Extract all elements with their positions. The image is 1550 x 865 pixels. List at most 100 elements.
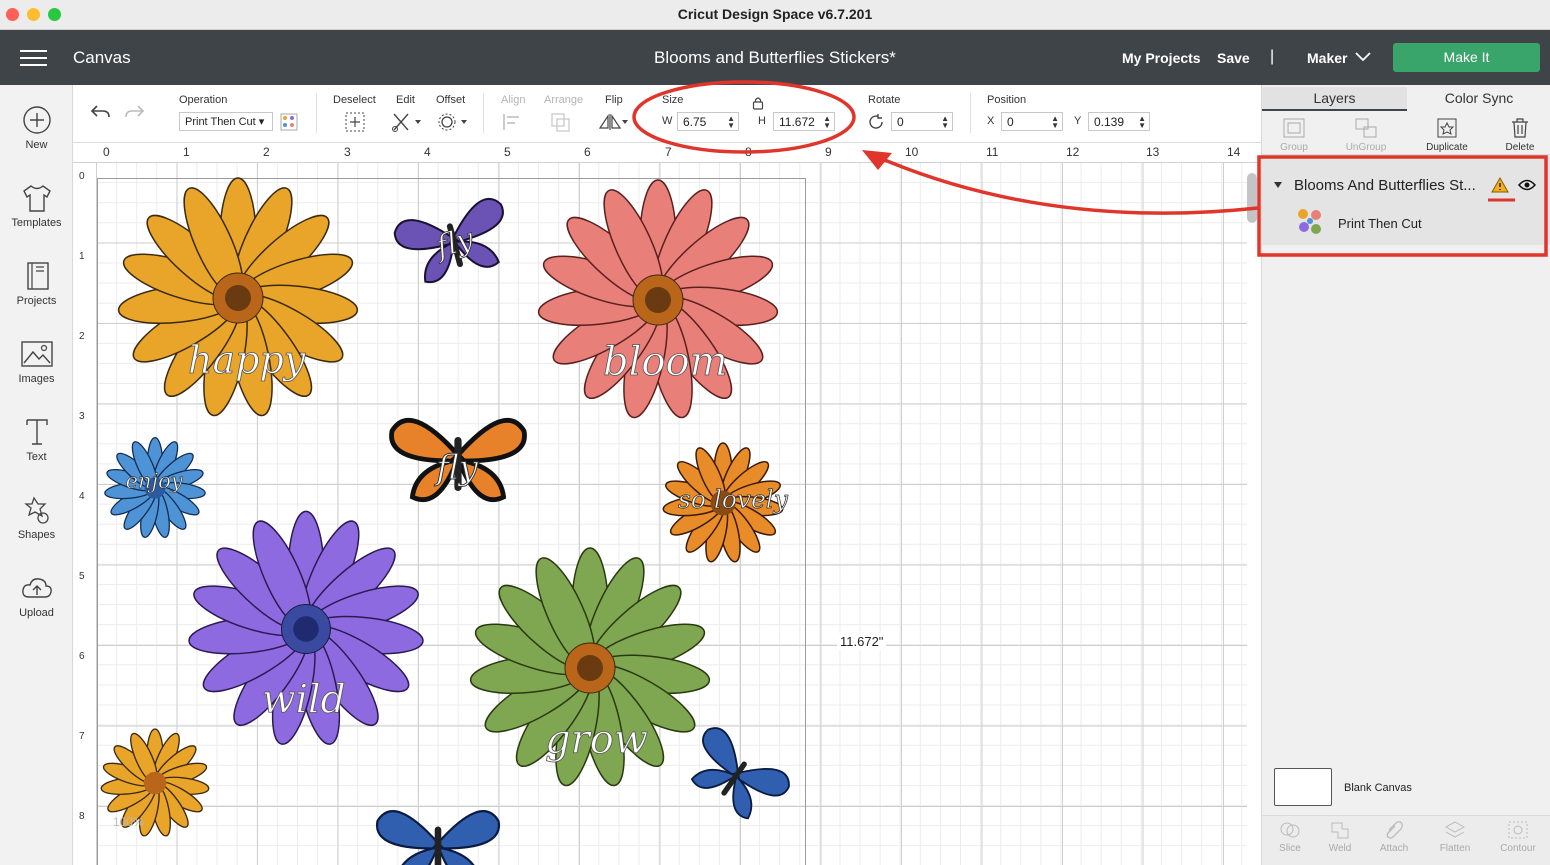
sidebar-item-images[interactable]: Images xyxy=(0,339,73,385)
width-stepper[interactable]: ▲ ▼ xyxy=(727,115,735,130)
ruler-tick-label: 12 xyxy=(1066,145,1080,159)
layer-tools: Group UnGroup Duplicate Delete xyxy=(1262,113,1550,155)
height-label: H xyxy=(758,115,766,127)
expand-caret-icon[interactable] xyxy=(1274,182,1282,188)
sticker-fly-butterfly-monarch[interactable]: fly xyxy=(392,420,525,499)
sidebar-label: New xyxy=(25,139,48,151)
width-label: W xyxy=(662,115,673,127)
offset-icon[interactable] xyxy=(437,111,469,133)
rotate-icon xyxy=(869,114,883,129)
zoom-level[interactable]: 100% xyxy=(113,815,144,829)
ruler-tick-label: 10 xyxy=(905,145,919,159)
image-icon xyxy=(20,341,53,367)
x-input[interactable]: 0 ▲ ▼ xyxy=(1001,112,1063,131)
height-input[interactable]: 11.672 ▲ ▼ xyxy=(773,112,835,131)
slice-button[interactable]: Slice xyxy=(1262,820,1318,854)
x-stepper[interactable]: ▲ ▼ xyxy=(1051,115,1059,130)
weld-button[interactable]: Weld xyxy=(1312,820,1368,854)
svg-text:enjoy: enjoy xyxy=(126,469,184,493)
delete-button[interactable]: Delete xyxy=(1490,117,1550,153)
contour-button[interactable]: Contour xyxy=(1490,820,1546,854)
machine-select[interactable]: Maker xyxy=(1307,50,1347,66)
sticker-wild-flower[interactable]: wild xyxy=(186,510,426,749)
tool-label: Slice xyxy=(1279,843,1301,854)
my-projects-link[interactable]: My Projects xyxy=(1122,50,1201,66)
svg-text:fly: fly xyxy=(433,448,478,487)
chevron-down-icon[interactable] xyxy=(1355,52,1371,62)
sidebar-item-upload[interactable]: Upload xyxy=(0,573,73,619)
align-icon xyxy=(503,114,519,130)
sticker-sheet[interactable]: happy bloom wild grow enjoy so lovely fl… xyxy=(73,143,833,865)
lock-icon[interactable] xyxy=(752,96,764,110)
blank-canvas-swatch[interactable] xyxy=(1274,768,1332,806)
sidebar-label: Projects xyxy=(16,295,57,307)
window-titlebar: Cricut Design Space v6.7.201 xyxy=(0,0,1550,30)
sticker-grow-flower[interactable]: grow xyxy=(468,547,712,790)
sidebar-label: Text xyxy=(26,451,47,463)
x-value: 0 xyxy=(1007,115,1014,129)
edit-scissors-icon[interactable] xyxy=(391,111,423,133)
tool-label: Attach xyxy=(1379,843,1409,854)
flip-icon[interactable] xyxy=(598,111,630,133)
layer-group-name: Blooms And Butterflies St... xyxy=(1294,177,1476,194)
sticker-happy-flower[interactable]: happy xyxy=(116,177,360,420)
svg-text:so lovely: so lovely xyxy=(678,485,789,514)
y-label: Y xyxy=(1074,115,1082,127)
design-canvas[interactable]: 0 1 2 3 4 5 6 7 8 9 10 11 12 13 14 0 1 2… xyxy=(73,143,1261,865)
sidebar-item-projects[interactable]: Projects xyxy=(0,261,73,307)
redo-icon[interactable] xyxy=(124,103,146,121)
ruler-tick-label: 13 xyxy=(1146,145,1160,159)
height-stepper[interactable]: ▲ ▼ xyxy=(823,115,831,130)
sidebar-item-text[interactable]: Text xyxy=(0,417,73,463)
layer-child-name[interactable]: Print Then Cut xyxy=(1338,216,1422,231)
sticker-blue-butterfly[interactable] xyxy=(677,722,795,830)
sticker-bloom-flower[interactable]: bloom xyxy=(536,179,780,422)
sidebar-item-shapes[interactable]: Shapes xyxy=(0,495,73,541)
tab-color-sync[interactable]: Color Sync xyxy=(1407,87,1550,111)
duplicate-button[interactable]: Duplicate xyxy=(1417,117,1477,153)
sidebar-label: Upload xyxy=(19,607,54,619)
attach-button[interactable]: Attach xyxy=(1366,820,1422,854)
ruler-tick-label: 11 xyxy=(986,145,999,159)
eye-icon[interactable] xyxy=(1518,179,1536,191)
deselect-icon[interactable] xyxy=(344,111,366,133)
paperclip-icon xyxy=(1386,821,1403,839)
y-stepper[interactable]: ▲ ▼ xyxy=(1138,115,1146,130)
width-input[interactable]: 6.75 ▲ ▼ xyxy=(677,112,739,131)
trash-icon xyxy=(1512,118,1528,138)
sidebar-item-templates[interactable]: Templates xyxy=(0,183,73,229)
rotate-value: 0 xyxy=(897,115,904,129)
tool-label: Duplicate xyxy=(1426,142,1468,153)
arrange-label: Arrange xyxy=(544,94,584,106)
tool-label: Delete xyxy=(1505,142,1535,153)
shapes-icon xyxy=(23,496,49,524)
tab-layers[interactable]: Layers xyxy=(1262,87,1407,111)
ungroup-button[interactable]: UnGroup xyxy=(1336,117,1396,153)
plus-circle-icon xyxy=(22,106,51,134)
sticker-so-lovely-flower[interactable]: so lovely xyxy=(661,442,789,565)
layer-group-row[interactable]: Blooms And Butterflies St... Print Then … xyxy=(1262,155,1550,245)
sticker-fly-butterfly-purple[interactable]: fly xyxy=(390,194,518,290)
rotate-stepper[interactable]: ▲ ▼ xyxy=(941,115,949,130)
warning-icon[interactable] xyxy=(1491,177,1509,193)
weld-icon xyxy=(1331,822,1349,839)
sticker-enjoy-flower[interactable]: enjoy xyxy=(103,436,207,540)
window-title: Cricut Design Space v6.7.201 xyxy=(677,6,873,22)
group-icon xyxy=(1283,118,1305,138)
svg-text:grow: grow xyxy=(545,717,648,763)
flatten-button[interactable]: Flatten xyxy=(1427,820,1483,854)
rotate-input[interactable]: 0 ▲ ▼ xyxy=(891,112,953,131)
sidebar-item-new[interactable]: New xyxy=(0,105,73,151)
offset-label: Offset xyxy=(436,94,466,106)
operation-label: Operation xyxy=(179,94,228,106)
operation-value: Print Then Cut xyxy=(185,116,256,128)
y-input[interactable]: 0.139 ▲ ▼ xyxy=(1088,112,1150,131)
make-it-button[interactable]: Make It xyxy=(1393,43,1540,72)
vertical-scrollbar[interactable] xyxy=(1247,173,1257,223)
save-button[interactable]: Save xyxy=(1217,50,1250,66)
header-separator: | xyxy=(1270,48,1275,65)
operation-select[interactable]: Print Then Cut ▾ xyxy=(179,112,273,131)
sticker-blue-butterfly-bottom[interactable] xyxy=(375,810,501,865)
undo-icon[interactable] xyxy=(89,103,111,121)
group-button[interactable]: Group xyxy=(1264,117,1324,153)
